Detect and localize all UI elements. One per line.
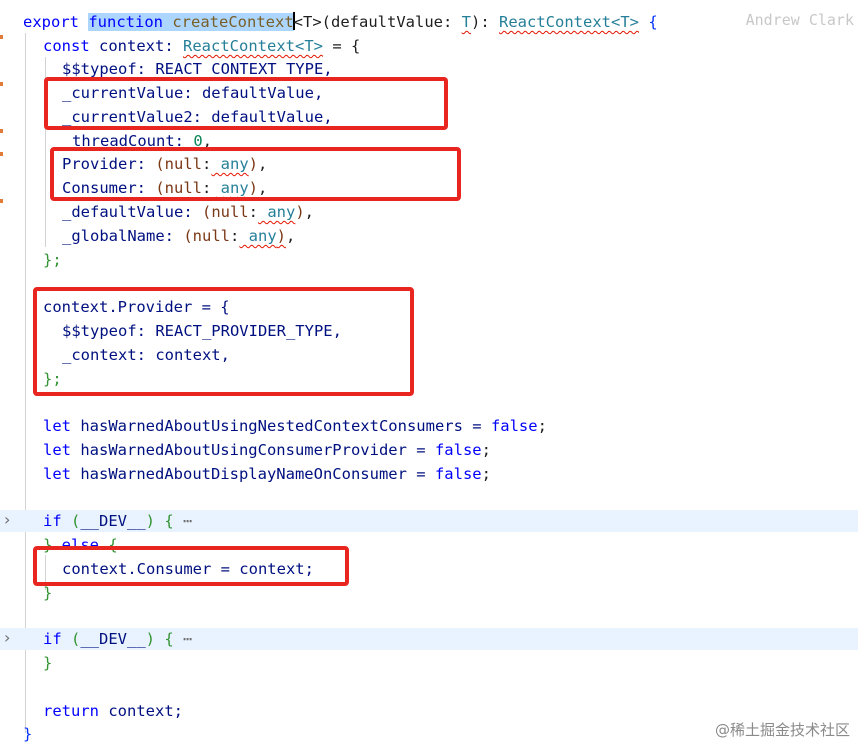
- git-blame-annotation: Andrew Clark: [745, 11, 854, 29]
- folded-ellipsis[interactable]: ⋯: [183, 512, 192, 530]
- highlight-box-provider-consumer: [50, 147, 461, 201]
- chevron-right-icon[interactable]: ›: [4, 512, 18, 528]
- code-line[interactable]: let hasWarnedAboutDisplayNameOnConsumer …: [0, 463, 858, 485]
- function-name: createContext: [172, 13, 294, 31]
- code-line[interactable]: export function createContext<T>(default…: [0, 11, 858, 33]
- code-line[interactable]: let hasWarnedAboutUsingNestedContextCons…: [0, 415, 858, 437]
- highlight-box-context-provider: [33, 287, 414, 396]
- folded-code-line[interactable]: › if (__DEV__) { ⋯: [0, 510, 858, 532]
- code-line[interactable]: let hasWarnedAboutUsingConsumerProvider …: [0, 439, 858, 461]
- keyword-function: function: [88, 13, 163, 31]
- folded-ellipsis[interactable]: ⋯: [183, 630, 192, 648]
- code-line[interactable]: _defaultValue: (null: any),: [0, 201, 858, 223]
- highlight-box-current-value: [44, 77, 448, 130]
- watermark: @稀土掘金技术社区: [714, 721, 850, 739]
- highlight-box-context-consumer: [33, 546, 349, 586]
- code-line[interactable]: _globalName: (null: any),: [0, 225, 858, 247]
- code-line[interactable]: const context: ReactContext<T> = {: [0, 35, 858, 57]
- keyword-export: export: [23, 13, 79, 31]
- chevron-right-icon[interactable]: ›: [4, 630, 18, 646]
- return-type: ReactContext<T>: [499, 13, 639, 31]
- code-line[interactable]: };: [0, 249, 858, 271]
- folded-code-line[interactable]: › if (__DEV__) { ⋯: [0, 628, 858, 650]
- code-line[interactable]: }: [0, 652, 858, 674]
- code-editor[interactable]: export function createContext<T>(default…: [0, 0, 858, 748]
